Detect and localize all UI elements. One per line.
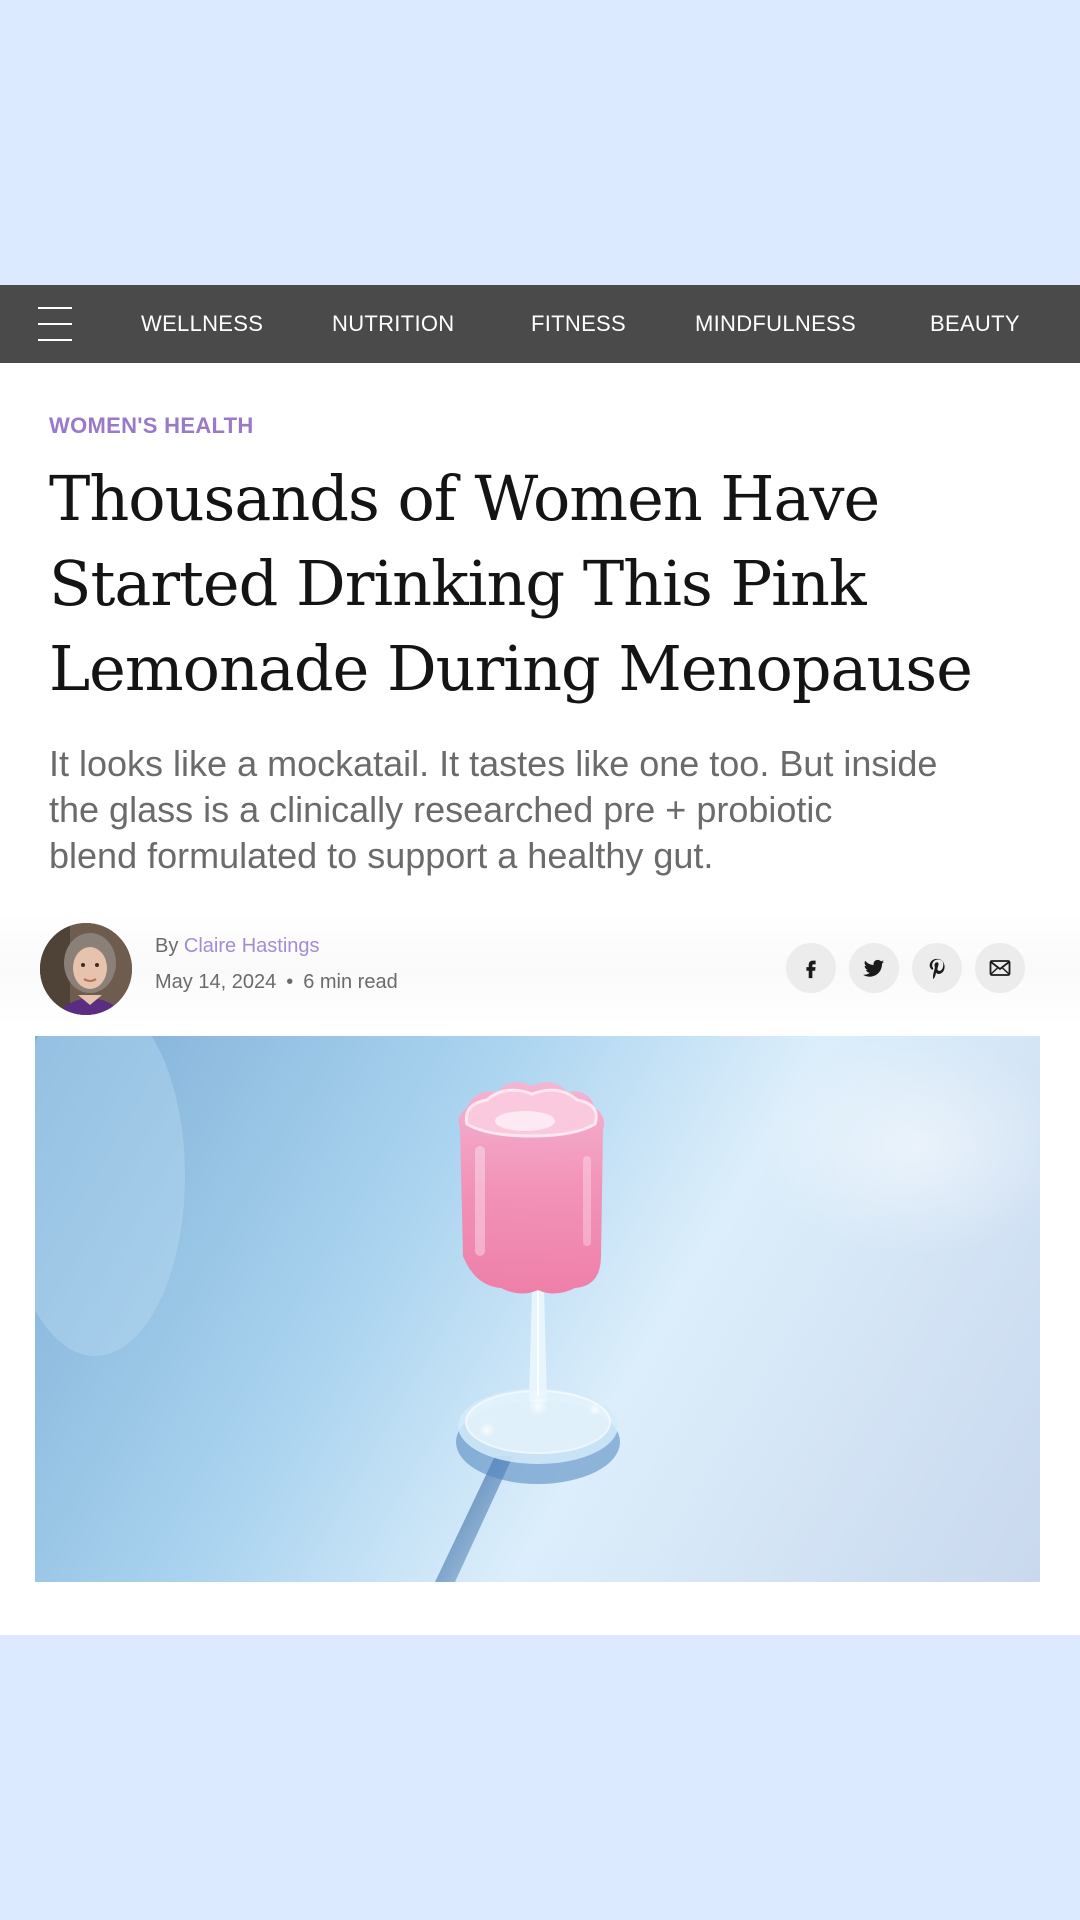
article-dek: It looks like a mockatail. It tastes lik… bbox=[49, 741, 1039, 879]
dek-line: blend formulated to support a healthy gu… bbox=[49, 835, 714, 876]
twitter-icon bbox=[863, 959, 884, 977]
bottom-ad-space bbox=[0, 1635, 1080, 1920]
share-facebook-button[interactable] bbox=[786, 943, 836, 993]
hero-image bbox=[35, 1036, 1040, 1582]
byline: By Claire Hastings bbox=[155, 935, 320, 958]
share-pinterest-button[interactable] bbox=[912, 943, 962, 993]
meta-separator: • bbox=[286, 971, 294, 993]
share-email-button[interactable] bbox=[975, 943, 1025, 993]
pinterest-icon bbox=[929, 958, 945, 979]
byline-prefix: By bbox=[155, 935, 179, 957]
nav-item-mindfulness[interactable]: MINDFULNESS bbox=[695, 285, 856, 363]
nav-item-beauty[interactable]: BEAUTY bbox=[930, 285, 1020, 363]
byline-meta: May 14, 2024 • 6 min read bbox=[155, 971, 398, 994]
hamburger-menu-icon[interactable] bbox=[38, 307, 74, 341]
byline-bar: By Claire Hastings May 14, 2024 • 6 min re… bbox=[0, 913, 1080, 1025]
dek-line: It looks like a mockatail. It tastes lik… bbox=[49, 743, 938, 784]
nav-item-wellness[interactable]: WELLNESS bbox=[141, 285, 263, 363]
share-twitter-button[interactable] bbox=[849, 943, 899, 993]
nav-item-nutrition[interactable]: NUTRITION bbox=[332, 285, 454, 363]
top-nav: WELLNESS NUTRITION FITNESS MINDFULNESS B… bbox=[0, 285, 1080, 363]
facebook-icon bbox=[806, 960, 816, 979]
author-avatar[interactable] bbox=[40, 923, 132, 1015]
email-icon bbox=[989, 960, 1011, 976]
article: WOMEN'S HEALTH Thousands of Women Have S… bbox=[0, 363, 1080, 1635]
pink-lemonade-glass-illustration bbox=[35, 1036, 1040, 1582]
headline-line: Lemonade During Menopause bbox=[49, 632, 973, 705]
page-title: Thousands of Women Have Started Drinking… bbox=[49, 456, 1049, 711]
publish-date: May 14, 2024 bbox=[155, 971, 277, 993]
headline-line: Started Drinking This Pink bbox=[49, 547, 867, 620]
author-link[interactable]: Claire Hastings bbox=[184, 935, 320, 957]
top-ad-space bbox=[0, 0, 1080, 285]
headline-line: Thousands of Women Have bbox=[49, 462, 880, 535]
nav-item-fitness[interactable]: FITNESS bbox=[531, 285, 626, 363]
dek-line: the glass is a clinically researched pre… bbox=[49, 789, 833, 830]
read-time: 6 min read bbox=[303, 971, 398, 993]
category-label[interactable]: WOMEN'S HEALTH bbox=[49, 413, 254, 439]
